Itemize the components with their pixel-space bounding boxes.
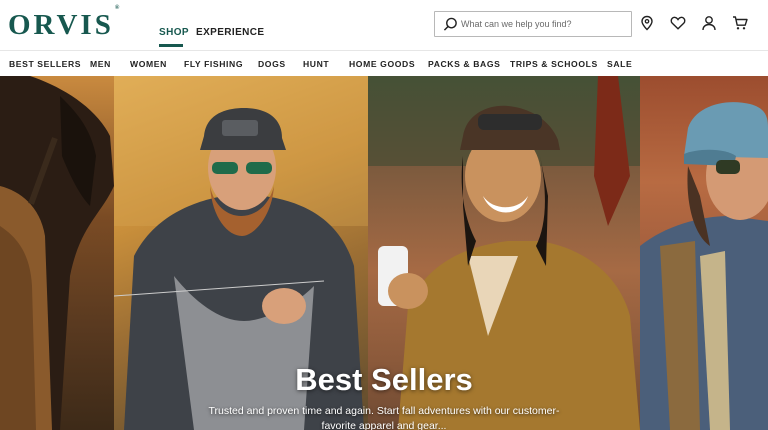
nav-item-sale[interactable]: SALE <box>607 59 632 69</box>
nav-item-home-goods[interactable]: HOME GOODS <box>349 59 415 69</box>
category-nav: BEST SELLERS MEN WOMEN FLY FISHING DOGS … <box>0 50 768 76</box>
cart-icon[interactable] <box>732 15 748 31</box>
heart-icon[interactable] <box>670 15 686 31</box>
nav-item-fly-fishing[interactable]: FLY FISHING <box>184 59 243 69</box>
account-icon[interactable] <box>701 15 717 31</box>
active-tab-indicator <box>159 44 183 47</box>
nav-item-best-sellers[interactable]: BEST SELLERS <box>9 59 81 69</box>
search-box[interactable] <box>434 11 632 37</box>
search-input[interactable] <box>461 15 627 33</box>
site-header: ORVIS® SHOP EXPERIENCE <box>0 0 768 50</box>
orvis-logo[interactable]: ORVIS® <box>8 5 119 42</box>
location-pin-icon[interactable] <box>639 15 655 31</box>
hero-banner[interactable]: Best Sellers Trusted and proven time and… <box>0 76 768 430</box>
nav-item-hunt[interactable]: HUNT <box>303 59 329 69</box>
search-icon[interactable] <box>443 17 458 32</box>
tab-experience[interactable]: EXPERIENCE <box>196 27 264 38</box>
nav-item-women[interactable]: WOMEN <box>130 59 167 69</box>
nav-item-packs-bags[interactable]: PACKS & BAGS <box>428 59 500 69</box>
nav-item-trips-schools[interactable]: TRIPS & SCHOOLS <box>510 59 598 69</box>
tab-shop[interactable]: SHOP <box>159 27 189 38</box>
hero-title: Best Sellers <box>295 362 473 397</box>
nav-item-dogs[interactable]: DOGS <box>258 59 286 69</box>
nav-item-men[interactable]: MEN <box>90 59 111 69</box>
hero-subtitle: Trusted and proven time and again. Start… <box>208 405 560 430</box>
